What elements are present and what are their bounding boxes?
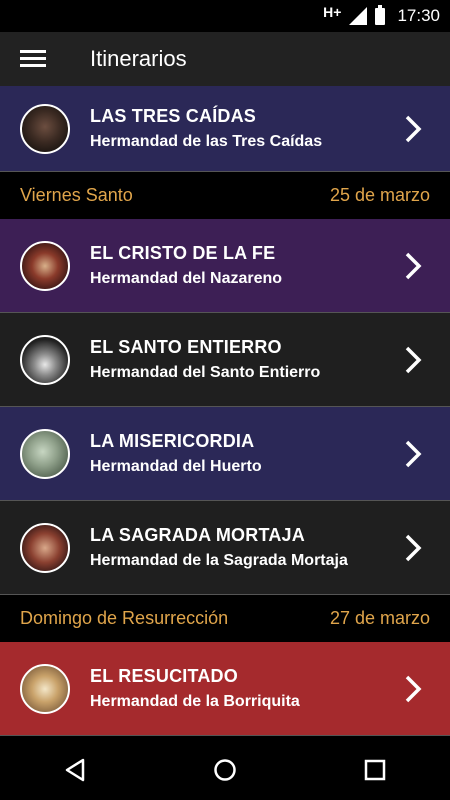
section-day: Viernes Santo <box>20 185 133 205</box>
item-title: EL CRISTO DE LA FE <box>90 243 276 263</box>
itinerary-list[interactable]: LAS TRES CAÍDAS Hermandad de las Tres Ca… <box>0 86 450 740</box>
page-title: Itinerarios <box>90 46 187 71</box>
item-subtitle: Hermandad de las Tres Caídas <box>90 133 323 150</box>
home-icon[interactable] <box>205 750 245 790</box>
avatar <box>20 334 70 385</box>
battery-icon <box>375 4 386 25</box>
app-bar: Itinerarios <box>0 32 450 86</box>
chevron-right-icon[interactable] <box>398 528 428 568</box>
section-header: Viernes Santo 25 de marzo <box>0 172 450 219</box>
item-title: LA MISERICORDIA <box>90 431 255 451</box>
back-icon[interactable] <box>55 750 95 790</box>
menu-icon[interactable] <box>20 50 46 68</box>
list-item[interactable]: EL RESUCITADO Hermandad de la Borriquita <box>0 642 450 736</box>
avatar <box>20 103 70 154</box>
section-date: 27 de marzo <box>329 608 430 628</box>
system-nav-bar <box>0 740 450 800</box>
network-type: H+ <box>323 4 342 20</box>
section-day: Domingo de Resurrección <box>20 608 229 628</box>
list-item[interactable]: EL SANTO ENTIERRO Hermandad del Santo En… <box>0 313 450 407</box>
item-title: EL SANTO ENTIERRO <box>90 337 282 357</box>
signal-icon <box>349 7 368 25</box>
item-subtitle: Hermandad de la Borriquita <box>90 693 300 710</box>
item-subtitle: Hermandad del Santo Entierro <box>90 364 321 381</box>
avatar <box>20 522 70 573</box>
status-bar: H+ 17:30 <box>0 0 450 32</box>
chevron-right-icon[interactable] <box>398 434 428 474</box>
list-item[interactable]: LA MISERICORDIA Hermandad del Huerto <box>0 407 450 501</box>
item-title: LAS TRES CAÍDAS <box>90 106 257 126</box>
item-title: EL RESUCITADO <box>90 666 238 686</box>
item-subtitle: Hermandad del Huerto <box>90 458 262 475</box>
status-time: 17:30 <box>397 6 440 25</box>
chevron-right-icon[interactable] <box>398 669 428 709</box>
recents-icon[interactable] <box>355 750 395 790</box>
chevron-right-icon[interactable] <box>398 340 428 380</box>
section-header: Domingo de Resurrección 27 de marzo <box>0 595 450 642</box>
chevron-right-icon[interactable] <box>398 246 428 286</box>
list-item[interactable]: LAS TRES CAÍDAS Hermandad de las Tres Ca… <box>0 86 450 172</box>
avatar <box>20 240 70 291</box>
avatar <box>20 428 70 479</box>
avatar <box>20 663 70 714</box>
list-item[interactable]: EL CRISTO DE LA FE Hermandad del Nazaren… <box>0 219 450 313</box>
section-date: 25 de marzo <box>329 185 430 205</box>
chevron-right-icon[interactable] <box>398 109 428 149</box>
item-subtitle: Hermandad de la Sagrada Mortaja <box>90 552 348 569</box>
list-item[interactable]: LA SAGRADA MORTAJA Hermandad de la Sagra… <box>0 501 450 595</box>
item-subtitle: Hermandad del Nazareno <box>90 270 283 287</box>
item-title: LA SAGRADA MORTAJA <box>90 525 305 545</box>
